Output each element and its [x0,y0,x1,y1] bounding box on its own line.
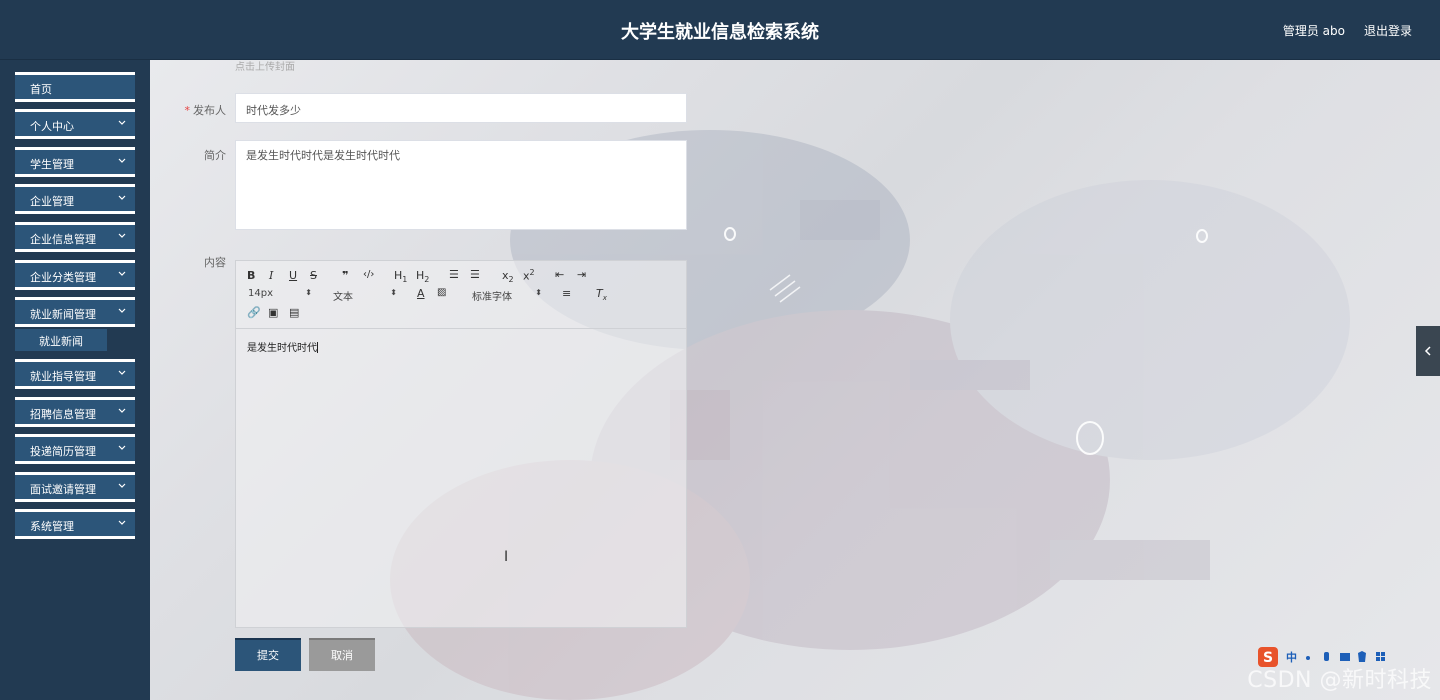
watermark: CSDN @新时科技 [1247,668,1432,693]
current-user: 管理员 abo [1282,24,1345,38]
chevron-down-icon [118,483,126,488]
bullet-list-icon[interactable]: ☰ [470,268,480,281]
font-color-icon[interactable]: A [417,287,425,300]
bold-button[interactable]: B [247,269,255,282]
heading2-button[interactable]: H2 [416,269,429,284]
sidebar-item-label: 企业分类管理 [30,271,96,284]
chevron-down-icon [118,195,126,200]
blockquote-icon[interactable]: ❞ [342,269,348,282]
sidebar-item-guidance-management[interactable]: 就业指导管理 [15,359,135,389]
image-icon[interactable]: ▣ [268,306,278,319]
sidebar-item-news-management[interactable]: 就业新闻管理 [15,297,135,327]
outdent-icon[interactable]: ⇤ [555,268,564,281]
text-cursor-icon: I [504,549,509,565]
content-label: 内容 [204,256,226,269]
sidebar-item-home[interactable]: 首页 [15,72,135,102]
heading1-button[interactable]: H1 [394,269,407,284]
font-family-select[interactable]: 标准字体 ⬍ [472,288,542,303]
chevron-left-icon [1424,346,1431,356]
sidebar-item-company-info-management[interactable]: 企业信息管理 [15,222,135,252]
sidebar-item-company-category-management[interactable]: 企业分类管理 [15,260,135,290]
sidebar-item-recruitment-management[interactable]: 招聘信息管理 [15,397,135,427]
ordered-list-icon[interactable]: ☰ [449,268,459,281]
code-icon[interactable]: ‹/› [363,269,374,280]
sidebar-item-system-management[interactable]: 系统管理 [15,509,135,539]
italic-button[interactable]: I [269,269,273,282]
sidebar-item-label: 系统管理 [30,520,74,533]
sidebar-item-label: 首页 [30,83,52,96]
collapse-panel-button[interactable] [1416,326,1440,376]
sidebar-item-personal-center[interactable]: 个人中心 [15,109,135,139]
clear-format-icon[interactable]: Tx [596,287,607,302]
underline-button[interactable]: U [289,269,297,282]
superscript-button[interactable]: x2 [523,268,535,283]
paragraph-select[interactable]: 文本 ⬍ [333,288,397,303]
chevron-down-icon [118,445,126,450]
sidebar-item-resume-management[interactable]: 投递简历管理 [15,434,135,464]
upload-cover-hint: 点击上传封面 [235,62,295,73]
top-bar: 大学生就业信息检索系统 管理员 abo 退出登录 [0,0,1440,60]
summary-textarea[interactable]: 是发生时代时代是发生时代时代 [235,140,687,230]
sidebar-item-student-management[interactable]: 学生管理 [15,147,135,177]
sidebar-item-label: 投递简历管理 [30,445,96,458]
rich-text-editor[interactable]: B I U S ❞ ‹/› H1 H2 ☰ ☰ x2 x2 ⇤ ⇥ 14px ⬍ … [235,260,687,628]
editor-content[interactable]: 是发生时代时代 [247,339,318,354]
link-icon[interactable]: 🔗 [247,306,261,319]
text-caret [317,342,318,353]
indent-icon[interactable]: ⇥ [577,268,586,281]
video-icon[interactable]: ▤ [289,306,299,319]
sidebar-item-label: 招聘信息管理 [30,408,96,421]
sidebar-item-label: 面试邀请管理 [30,483,96,496]
app-title: 大学生就业信息检索系统 [621,22,819,43]
chevron-down-icon [118,520,126,525]
submit-button[interactable]: 提交 [235,638,301,671]
main-content: 点击上传封面 * 发布人 时代发多少 简介 是发生时代时代是发生时代时代 内容 B… [150,60,1440,700]
publisher-input[interactable]: 时代发多少 [235,93,687,123]
sidebar-item-label: 就业指导管理 [30,370,96,383]
sidebar-item-label: 个人中心 [30,120,74,133]
align-icon[interactable]: ≡ [562,287,571,300]
sidebar-item-label: 企业信息管理 [30,233,96,246]
sidebar: 首页 个人中心 学生管理 企业管理 企业信息管理 企业分类管理 就业新闻管理 就… [0,60,150,700]
sidebar-subitem-label: 就业新闻 [39,335,83,348]
cancel-button[interactable]: 取消 [309,638,375,671]
editor-toolbar: B I U S ❞ ‹/› H1 H2 ☰ ☰ x2 x2 ⇤ ⇥ 14px ⬍ … [236,261,686,329]
chevron-down-icon [118,120,126,125]
sidebar-item-label: 企业管理 [30,195,74,208]
chevron-down-icon [118,233,126,238]
sidebar-item-interview-management[interactable]: 面试邀请管理 [15,472,135,502]
subscript-button[interactable]: x2 [502,269,514,284]
chevron-down-icon [118,308,126,313]
chevron-down-icon [118,158,126,163]
sidebar-item-label: 就业新闻管理 [30,308,96,321]
logout-link[interactable]: 退出登录 [1364,22,1412,39]
chevron-down-icon [118,271,126,276]
chevron-down-icon [118,408,126,413]
sidebar-item-company-management[interactable]: 企业管理 [15,184,135,214]
required-mark: * [184,104,191,117]
publisher-label: * 发布人 [184,104,227,117]
background-color-icon[interactable]: ▨ [437,287,446,298]
font-size-select[interactable]: 14px ⬍ [248,288,312,299]
strike-button[interactable]: S [310,269,317,282]
sidebar-subitem-news[interactable]: 就业新闻 [15,329,135,351]
chevron-down-icon [118,370,126,375]
sidebar-item-label: 学生管理 [30,158,74,171]
summary-label: 简介 [204,149,226,162]
